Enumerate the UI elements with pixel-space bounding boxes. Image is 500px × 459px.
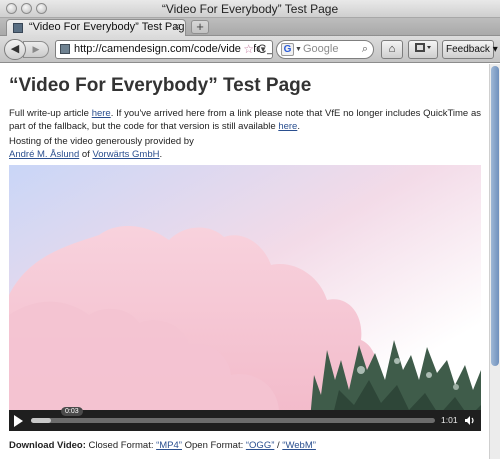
- writeup-link[interactable]: here: [92, 108, 111, 119]
- volume-icon[interactable]: [464, 415, 476, 429]
- navigation-toolbar: ▶ ◀ http://camendesign.com/code/video_fo…: [0, 36, 500, 63]
- hosting-text: Hosting of the video generously provided…: [9, 136, 194, 147]
- video-player[interactable]: 0:03 1:01: [9, 165, 481, 431]
- bookmark-star-icon[interactable]: ☆: [241, 41, 254, 58]
- zoom-window-button[interactable]: [36, 3, 47, 14]
- scrollbar-thumb[interactable]: [491, 66, 499, 366]
- video-progress-track[interactable]: 0:03: [31, 407, 435, 423]
- intro-paragraph: Full write-up article here. If you've ar…: [9, 107, 481, 133]
- search-engine-icon[interactable]: G: [281, 43, 294, 56]
- video-frame: [9, 165, 481, 431]
- play-icon[interactable]: [14, 415, 23, 427]
- search-placeholder: Google: [303, 43, 339, 55]
- hosting-paragraph: Hosting of the video generously provided…: [9, 135, 481, 161]
- feedback-button[interactable]: Feedback ▾: [442, 40, 498, 59]
- open-format-label: Open Format:: [181, 440, 246, 451]
- video-progress-fill: [31, 418, 52, 423]
- home-button[interactable]: ⌂: [381, 40, 403, 59]
- closed-format-label: Closed Format:: [85, 440, 157, 451]
- toolbar-menu-button[interactable]: [408, 40, 438, 59]
- search-go-icon[interactable]: ⌕: [362, 41, 368, 58]
- search-input[interactable]: G ▼ Google ⌕: [276, 40, 374, 59]
- back-forward-group: ▶ ◀: [4, 39, 50, 60]
- video-controls: 0:03 1:01: [9, 407, 481, 431]
- minimize-window-button[interactable]: [21, 3, 32, 14]
- page-favicon-icon: [13, 23, 23, 33]
- mp4-link[interactable]: “MP4”: [156, 440, 182, 451]
- new-tab-button[interactable]: +: [191, 20, 209, 34]
- intro-text-3: .: [297, 121, 300, 132]
- window-titlebar: “Video For Everybody” Test Page: [0, 0, 500, 18]
- current-time-tooltip: 0:03: [61, 407, 83, 416]
- page-title: “Video For Everybody” Test Page: [9, 75, 312, 96]
- close-window-button[interactable]: [6, 3, 17, 14]
- quicktime-version-link[interactable]: here: [278, 121, 297, 132]
- tab-close-icon[interactable]: ×: [174, 20, 180, 35]
- tab-label: “Video For Everybody” Test Page: [29, 21, 186, 33]
- site-identity-icon[interactable]: [60, 44, 70, 54]
- url-bar[interactable]: http://camendesign.com/code/video_for_ev…: [55, 40, 273, 59]
- hosting-end-text: .: [159, 149, 163, 160]
- andre-aslund-link[interactable]: André M. Åslund: [9, 149, 79, 160]
- back-button[interactable]: ◀: [4, 39, 26, 60]
- forward-button[interactable]: ▶: [23, 41, 49, 58]
- download-label: Download Video:: [9, 440, 86, 451]
- ogg-link[interactable]: “OGG”: [246, 440, 275, 451]
- reload-button[interactable]: C: [255, 41, 269, 58]
- intro-text-1: Full write-up article: [9, 108, 92, 119]
- hosting-of-text: of: [79, 149, 93, 160]
- window-title: “Video For Everybody” Test Page: [161, 2, 339, 16]
- page-content: “Video For Everybody” Test Page Full wri…: [0, 64, 489, 459]
- video-duration: 1:01: [441, 415, 458, 425]
- tab-strip: “Video For Everybody” Test Page × +: [0, 18, 500, 36]
- search-engine-dropdown-icon[interactable]: ▼: [295, 41, 302, 58]
- webm-link[interactable]: “WebM”: [282, 440, 316, 451]
- tab-active[interactable]: “Video For Everybody” Test Page ×: [6, 19, 186, 36]
- vertical-scrollbar[interactable]: [489, 64, 500, 459]
- toolbar-menu-icon: [415, 43, 431, 52]
- vorwarts-link[interactable]: Vorwärts GmbH: [92, 149, 159, 160]
- download-line: Download Video: Closed Format: “MP4” Ope…: [9, 440, 316, 451]
- volume-svg: [465, 416, 474, 425]
